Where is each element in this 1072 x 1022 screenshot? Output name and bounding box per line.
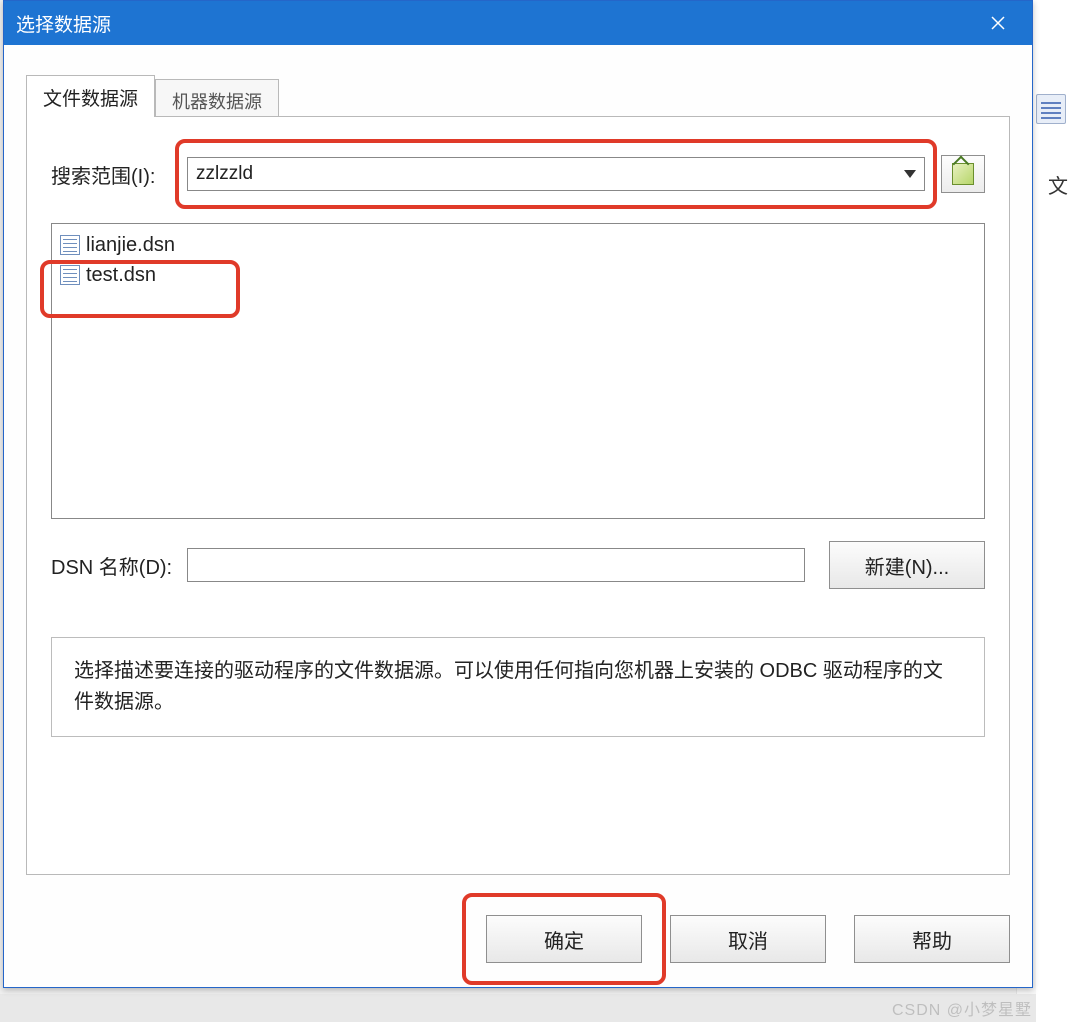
- dsn-name-label: DSN 名称(D):: [51, 551, 187, 580]
- titlebar: 选择数据源: [4, 1, 1032, 45]
- tab-panel-file-data-source: 搜索范围(I): zzlzzld: [26, 116, 1010, 875]
- tab-file-data-source[interactable]: 文件数据源: [26, 75, 155, 117]
- button-label: 帮助: [912, 925, 952, 954]
- help-button[interactable]: 帮助: [854, 915, 1010, 963]
- cancel-button[interactable]: 取消: [670, 915, 826, 963]
- background-text-fragment: 文: [1042, 170, 1072, 199]
- button-label: 新建(N)...: [865, 551, 949, 580]
- ok-button[interactable]: 确定: [486, 915, 642, 963]
- dialog-button-row: 确定 取消 帮助: [486, 915, 1010, 963]
- help-description: 选择描述要连接的驱动程序的文件数据源。可以使用任何指向您机器上安装的 ODBC …: [51, 637, 985, 737]
- list-item[interactable]: test.dsn: [56, 260, 980, 290]
- window-title: 选择数据源: [16, 10, 976, 37]
- document-icon: [1036, 94, 1066, 124]
- search-scope-value: zzlzzld: [196, 163, 253, 185]
- tab-label: 文件数据源: [43, 89, 138, 110]
- folder-up-button[interactable]: [941, 155, 985, 193]
- folder-up-icon: [952, 163, 974, 185]
- dsn-file-icon: [60, 235, 80, 255]
- new-button[interactable]: 新建(N)...: [829, 541, 985, 589]
- background-statusbar: [0, 994, 1036, 1022]
- dsn-file-icon: [60, 265, 80, 285]
- close-icon: [990, 15, 1006, 31]
- search-scope-label: 搜索范围(I):: [51, 160, 187, 189]
- tab-label: 机器数据源: [172, 92, 262, 112]
- file-name: lianjie.dsn: [86, 234, 175, 257]
- button-label: 确定: [544, 925, 584, 954]
- button-label: 取消: [728, 925, 768, 954]
- tabstrip: 文件数据源 机器数据源: [26, 75, 279, 117]
- file-list[interactable]: lianjie.dsn test.dsn: [51, 223, 985, 519]
- tab-machine-data-source[interactable]: 机器数据源: [155, 79, 279, 117]
- dsn-name-input[interactable]: [187, 548, 805, 582]
- search-scope-combobox[interactable]: zzlzzld: [187, 157, 925, 191]
- list-item[interactable]: lianjie.dsn: [56, 230, 980, 260]
- background-panel: 文: [1032, 0, 1072, 1022]
- file-name: test.dsn: [86, 264, 156, 287]
- select-data-source-dialog: 选择数据源 文件数据源 机器数据源 搜索范围(I):: [3, 0, 1033, 988]
- close-button[interactable]: [976, 1, 1020, 45]
- chevron-down-icon: [904, 170, 916, 178]
